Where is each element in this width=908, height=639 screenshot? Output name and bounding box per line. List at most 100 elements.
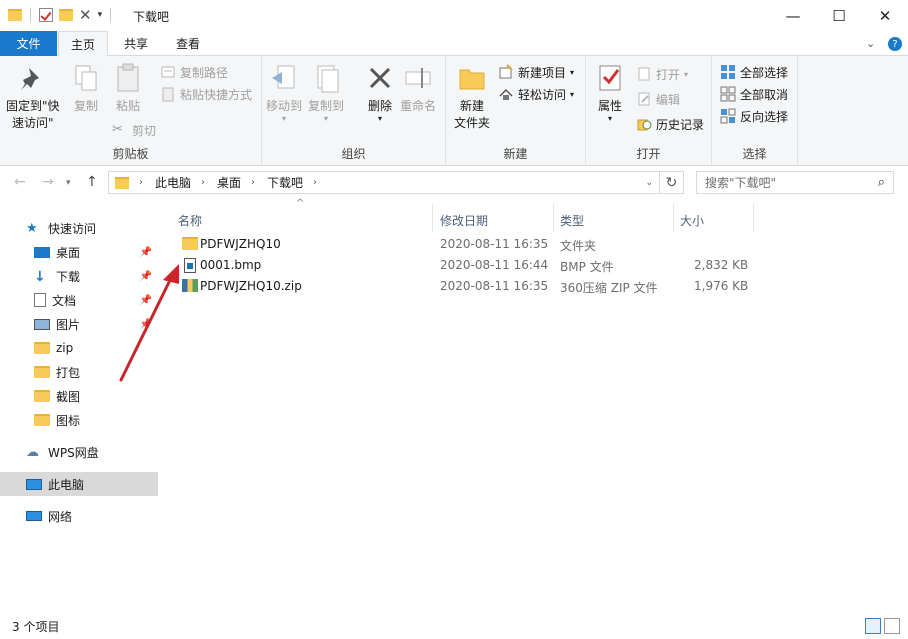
up-arrow-icon[interactable]: ↑ <box>86 174 98 190</box>
properties-check-icon[interactable] <box>39 8 53 22</box>
edit-button[interactable]: 编辑 <box>636 89 680 109</box>
minimize-button[interactable]: — <box>770 0 816 31</box>
download-arrow-icon: ↓ <box>34 269 46 285</box>
copy-path-button[interactable]: 复制路径 <box>160 62 228 82</box>
file-type: 360压缩 ZIP 文件 <box>560 281 658 295</box>
column-header-size[interactable]: 大小 <box>680 208 704 232</box>
move-to-button[interactable]: 移动到 ▾ <box>266 62 302 123</box>
pin-icon: 📌 <box>139 246 152 258</box>
quick-access-toolbar: ✕ ▾ <box>8 6 113 24</box>
open-button[interactable]: 打开 ▾ <box>636 64 688 84</box>
file-size: 1,976 KB <box>694 279 749 293</box>
breadcrumb-desktop[interactable]: 桌面 <box>217 174 241 191</box>
tab-share[interactable]: 共享 <box>112 31 160 56</box>
open-group: 属性 ▾ 打开 ▾ 编辑 历史记录 打开 <box>586 56 712 166</box>
move-to-icon <box>268 62 300 94</box>
delete-button[interactable]: 删除 ▾ <box>364 62 396 123</box>
properties-icon <box>594 62 626 94</box>
file-modified: 2020-08-11 16:35 <box>440 279 549 293</box>
expand-ribbon-icon[interactable]: ⌄ <box>866 37 875 50</box>
chevron-right-icon: › <box>201 177 206 188</box>
large-icons-view-icon[interactable] <box>884 618 900 634</box>
tab-view[interactable]: 查看 <box>164 31 212 56</box>
nav-wps-cloud[interactable]: ☁ WPS网盘 <box>0 440 158 464</box>
paste-shortcut-icon <box>160 86 176 102</box>
pin-quick-access-button[interactable]: 固定到"快 速访问" <box>6 62 60 132</box>
group-label: 剪贴板 <box>112 147 149 161</box>
customize-dropdown-icon[interactable]: ▾ <box>98 10 103 20</box>
divider <box>30 8 31 22</box>
folder-icon <box>34 390 50 402</box>
copy-button[interactable]: 复制 <box>70 62 102 115</box>
chevron-down-icon: ▾ <box>684 69 689 79</box>
file-size: 2,832 KB <box>694 258 749 272</box>
history-icon <box>636 116 652 132</box>
help-icon[interactable]: ? <box>888 37 902 51</box>
file-row[interactable]: 0001.bmp 2020-08-11 16:44 BMP 文件 2,832 K… <box>178 255 758 276</box>
new-folder-icon[interactable] <box>59 9 73 21</box>
new-folder-icon <box>456 62 488 94</box>
copy-icon <box>70 62 102 94</box>
search-input[interactable]: 搜索"下载吧" ⌕ <box>696 171 894 194</box>
folder-icon <box>115 176 129 189</box>
chevron-down-icon: ▾ <box>607 114 612 123</box>
divider <box>753 204 754 232</box>
group-label: 打开 <box>636 147 661 161</box>
tab-home[interactable]: 主页 <box>58 31 108 57</box>
file-name: 0001.bmp <box>200 258 262 272</box>
properties-button[interactable]: 属性 ▾ <box>594 62 626 123</box>
nav-folder-icons[interactable]: 图标 <box>0 408 158 432</box>
invert-selection-button[interactable]: 反向选择 <box>720 106 788 126</box>
address-bar[interactable]: › 此电脑 › 桌面 › 下载吧 › ⌄ <box>108 171 660 194</box>
column-header-type[interactable]: 类型 <box>560 208 584 232</box>
file-name: PDFWJZHQ10 <box>200 237 281 251</box>
file-name: PDFWJZHQ10.zip <box>200 279 302 293</box>
close-button[interactable]: ✕ <box>862 0 908 31</box>
rename-icon <box>402 62 434 94</box>
new-folder-button[interactable]: 新建 文件夹 <box>454 62 490 132</box>
history-button[interactable]: 历史记录 <box>636 114 704 134</box>
tab-file[interactable]: 文件 <box>0 31 57 56</box>
file-row[interactable]: PDFWJZHQ10.zip 2020-08-11 16:35 360压缩 ZI… <box>178 276 758 297</box>
folder-icon <box>8 9 22 21</box>
copy-to-button[interactable]: 复制到 ▾ <box>308 62 344 123</box>
annotation-arrow <box>119 264 179 382</box>
breadcrumb-this-pc[interactable]: 此电脑 <box>155 174 191 191</box>
file-modified: 2020-08-11 16:44 <box>440 258 549 272</box>
cloud-icon: ☁ <box>26 445 39 460</box>
column-header-modified[interactable]: 修改日期 <box>440 208 488 232</box>
address-dropdown-icon[interactable]: ⌄ <box>645 178 653 188</box>
chevron-down-icon: ▾ <box>282 114 287 123</box>
title-bar: ✕ ▾ 下载吧 — ☐ ✕ <box>0 0 908 31</box>
select-none-icon <box>720 86 736 102</box>
copy-path-icon <box>160 64 176 80</box>
nav-this-pc[interactable]: 此电脑 <box>0 472 158 496</box>
file-type: 文件夹 <box>560 239 597 253</box>
paste-icon <box>112 62 144 94</box>
nav-network[interactable]: 网络 <box>0 504 158 528</box>
easy-access-button[interactable]: 轻松访问 ▾ <box>498 84 574 104</box>
recent-locations-icon[interactable]: ▾ <box>66 178 71 188</box>
maximize-button[interactable]: ☐ <box>816 0 862 31</box>
chevron-right-icon: › <box>139 177 143 188</box>
delete-x-icon[interactable]: ✕ <box>79 6 92 24</box>
paste-button[interactable]: 粘贴 <box>112 62 144 115</box>
back-arrow-icon[interactable]: ← <box>14 174 26 190</box>
new-item-button[interactable]: 新建项目 ▾ <box>498 62 574 82</box>
cut-button[interactable]: ✂ 剪切 <box>112 120 156 140</box>
column-header-name[interactable]: 名称 <box>178 208 202 232</box>
sort-up-icon: ^ <box>296 198 305 209</box>
file-list: ^ 名称 修改日期 类型 大小 PDFWJZHQ10 2020-08-11 16… <box>119 198 908 614</box>
details-view-icon[interactable] <box>865 618 881 634</box>
paste-shortcut-button[interactable]: 粘贴快捷方式 <box>160 84 252 104</box>
select-none-button[interactable]: 全部取消 <box>720 84 788 104</box>
refresh-icon[interactable]: ↻ <box>660 171 684 194</box>
breadcrumb-current[interactable]: 下载吧 <box>267 174 303 191</box>
chevron-right-icon: › <box>251 177 256 188</box>
rename-button[interactable]: 重命名 <box>400 62 436 115</box>
nav-quick-access[interactable]: ★ 快速访问 <box>0 216 158 240</box>
file-row[interactable]: PDFWJZHQ10 2020-08-11 16:35 文件夹 <box>178 234 758 255</box>
forward-arrow-icon[interactable]: → <box>42 174 54 190</box>
new-item-icon <box>498 64 514 80</box>
select-all-button[interactable]: 全部选择 <box>720 62 788 82</box>
